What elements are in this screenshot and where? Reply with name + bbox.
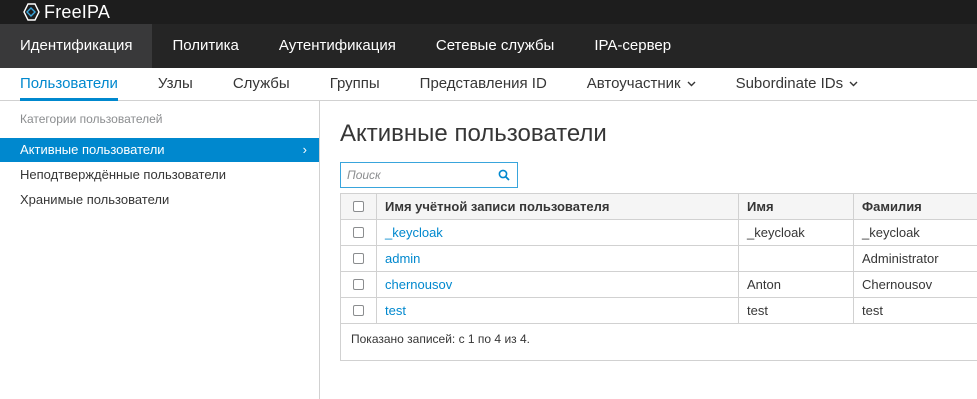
sidebar-item-active-users[interactable]: Активные пользователи › — [0, 138, 319, 162]
tab-id-views[interactable]: Представления ID — [400, 68, 567, 100]
login-cell: test — [377, 298, 739, 323]
users-table: Имя учётной записи пользователя Имя Фами… — [340, 193, 977, 361]
table-header-row: Имя учётной записи пользователя Имя Фами… — [341, 194, 977, 220]
page-title: Активные пользователи — [340, 120, 607, 147]
chevron-down-icon — [687, 81, 696, 87]
first-name-cell — [739, 246, 854, 271]
column-header-login[interactable]: Имя учётной записи пользователя — [377, 194, 739, 219]
chevron-right-icon: › — [302, 142, 307, 157]
tab-subordinate-ids-label: Subordinate IDs — [735, 75, 844, 92]
tab-automember[interactable]: Автоучастник — [567, 68, 716, 100]
last-name-cell: _keycloak — [862, 225, 920, 240]
user-link[interactable]: _keycloak — [385, 225, 443, 240]
sidebar: Категории пользователей Активные пользов… — [0, 101, 320, 399]
last-name-cell: Chernousov — [862, 277, 933, 292]
primary-nav: Идентификация Политика Аутентификация Се… — [0, 24, 977, 68]
last-name-cell: Administrator — [862, 251, 939, 266]
first-name-cell: Anton — [739, 272, 854, 297]
tab-services[interactable]: Службы — [213, 68, 310, 100]
tab-hosts-label: Узлы — [157, 75, 193, 92]
tab-id-views-label: Представления ID — [419, 75, 547, 92]
row-select-cell — [341, 220, 377, 245]
search-icon[interactable] — [498, 169, 510, 181]
primary-nav-ipa-server[interactable]: IPA-сервер — [574, 24, 691, 68]
row-select-cell — [341, 246, 377, 271]
first-name-cell: test — [739, 298, 854, 323]
primary-nav-authentication[interactable]: Аутентификация — [259, 24, 416, 68]
brand[interactable]: FreeIPA — [21, 1, 110, 23]
first-name-cell: _keycloak — [739, 220, 854, 245]
sidebar-item-label: Активные пользователи — [20, 142, 165, 157]
row-checkbox[interactable] — [353, 227, 364, 238]
brand-name: FreeIPA — [44, 2, 111, 22]
user-link[interactable]: test — [385, 303, 406, 318]
freeipa-logo-icon — [23, 3, 40, 21]
search-input[interactable] — [341, 163, 503, 187]
sidebar-header: Категории пользователей — [20, 112, 163, 126]
tab-groups-label: Группы — [329, 75, 380, 92]
row-select-cell — [341, 298, 377, 323]
tab-services-label: Службы — [232, 75, 290, 92]
login-cell: chernousov — [377, 272, 739, 297]
login-cell: admin — [377, 246, 739, 271]
sidebar-item-label: Хранимые пользователи — [20, 192, 170, 207]
login-cell: _keycloak — [377, 220, 739, 245]
row-checkbox[interactable] — [353, 253, 364, 264]
tab-hosts[interactable]: Узлы — [138, 68, 213, 100]
secondary-nav: Пользователи Узлы Службы Группы Представ… — [0, 68, 977, 101]
primary-nav-policy[interactable]: Политика — [152, 24, 258, 68]
tab-groups[interactable]: Группы — [310, 68, 400, 100]
tab-users-label: Пользователи — [20, 75, 118, 92]
table-row: _keycloak _keycloak _keycloak — [341, 220, 977, 246]
table-row: test test test — [341, 298, 977, 324]
table-row: chernousov Anton Chernousov — [341, 272, 977, 298]
last-name-cell: test — [862, 303, 883, 318]
brand-bar: FreeIPA — [0, 0, 977, 24]
tab-subordinate-ids[interactable]: Subordinate IDs — [716, 68, 879, 100]
user-link[interactable]: chernousov — [385, 277, 452, 292]
row-checkbox[interactable] — [353, 305, 364, 316]
tab-users[interactable]: Пользователи — [0, 68, 138, 101]
user-link[interactable]: admin — [385, 251, 420, 266]
sidebar-item-preserved-users[interactable]: Хранимые пользователи — [0, 188, 319, 212]
primary-nav-network-services[interactable]: Сетевые службы — [416, 24, 574, 68]
column-header-last-name[interactable]: Фамилия — [854, 194, 977, 219]
row-checkbox[interactable] — [353, 279, 364, 290]
column-header-first-name[interactable]: Имя — [739, 194, 854, 219]
primary-nav-identity[interactable]: Идентификация — [0, 24, 153, 68]
table-row: admin Administrator — [341, 246, 977, 272]
select-all-cell — [341, 194, 377, 219]
row-select-cell — [341, 272, 377, 297]
sidebar-item-stage-users[interactable]: Неподтверждённые пользователи — [0, 163, 319, 187]
sidebar-item-label: Неподтверждённые пользователи — [20, 167, 226, 182]
chevron-down-icon — [849, 81, 858, 87]
tab-automember-label: Автоучастник — [586, 75, 681, 92]
select-all-checkbox[interactable] — [353, 201, 364, 212]
table-footer: Показано записей: с 1 по 4 из 4. — [351, 332, 530, 346]
search-box — [340, 162, 518, 188]
